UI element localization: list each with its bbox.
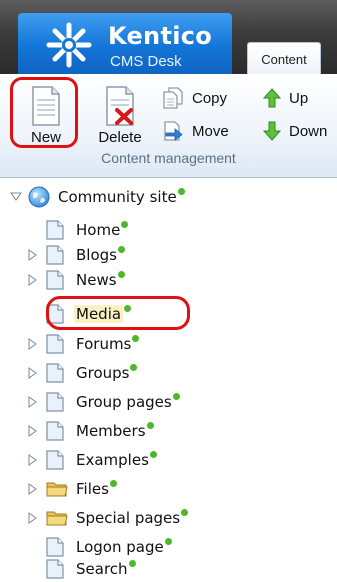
tree-item-label: Examples bbox=[76, 451, 149, 469]
down-button-label: Down bbox=[289, 122, 328, 140]
page-icon bbox=[46, 245, 64, 265]
published-status-dot bbox=[121, 220, 129, 228]
published-status-dot bbox=[109, 479, 117, 487]
published-status-dot bbox=[172, 392, 180, 400]
tree-item-label: Blogs bbox=[76, 246, 117, 264]
tree-item-label: Group pages bbox=[76, 393, 172, 411]
tree-item-label: News bbox=[76, 271, 117, 289]
move-button-label: Move bbox=[192, 122, 229, 140]
page-icon bbox=[46, 392, 64, 412]
tree-item-logon-page[interactable]: Logon page bbox=[46, 536, 172, 558]
kentico-logo[interactable]: Kentico CMS Desk bbox=[18, 13, 232, 74]
expand-toggle-icon[interactable] bbox=[28, 396, 38, 408]
tree-item-label: Groups bbox=[76, 364, 130, 382]
move-button[interactable]: Move bbox=[162, 120, 229, 142]
kentico-asterisk-icon bbox=[46, 22, 92, 68]
tree-item-group-pages[interactable]: Group pages bbox=[28, 391, 180, 413]
globe-icon bbox=[28, 186, 50, 208]
published-status-dot bbox=[146, 421, 154, 429]
brand-name: Kentico bbox=[108, 22, 213, 50]
delete-page-icon bbox=[106, 86, 134, 126]
brand-subtitle: CMS Desk bbox=[110, 53, 182, 70]
tree-root-label: Community site bbox=[58, 188, 177, 206]
tree-item-label: Search bbox=[76, 560, 128, 578]
expand-toggle-icon[interactable] bbox=[28, 454, 38, 466]
expand-toggle-icon[interactable] bbox=[28, 338, 38, 350]
down-button[interactable]: Down bbox=[263, 120, 327, 142]
media-item-highlight bbox=[46, 296, 190, 330]
published-status-dot bbox=[181, 508, 189, 516]
tree-item-files[interactable]: Files bbox=[28, 478, 117, 500]
toolbar-group-label: Content management bbox=[101, 150, 236, 166]
page-icon bbox=[46, 220, 64, 240]
content-toolbar: New Delete Copy Move Up Down Content man… bbox=[0, 74, 337, 178]
expand-toggle-icon[interactable] bbox=[28, 367, 38, 379]
published-status-dot bbox=[177, 187, 185, 195]
collapse-toggle-icon[interactable] bbox=[10, 192, 22, 202]
expand-toggle-icon[interactable] bbox=[28, 249, 38, 261]
tree-item-members[interactable]: Members bbox=[28, 420, 154, 442]
published-status-dot bbox=[149, 450, 157, 458]
tree-item-label: Files bbox=[76, 480, 109, 498]
down-arrow-icon bbox=[263, 121, 281, 141]
page-icon bbox=[46, 270, 64, 290]
published-status-dot bbox=[117, 270, 125, 278]
folder-icon bbox=[46, 511, 68, 526]
tab-content[interactable]: Content bbox=[247, 42, 321, 75]
delete-button[interactable]: Delete bbox=[90, 86, 150, 146]
tree-item-label: Special pages bbox=[76, 509, 181, 527]
tree-item-label: Forums bbox=[76, 335, 132, 353]
tree-item-groups[interactable]: Groups bbox=[28, 362, 138, 384]
published-status-dot bbox=[117, 245, 125, 253]
published-status-dot bbox=[132, 334, 140, 342]
tree-item-news[interactable]: News bbox=[28, 269, 125, 291]
copy-icon bbox=[163, 87, 183, 109]
tree-root-item[interactable]: Community site bbox=[10, 186, 185, 208]
move-icon bbox=[164, 121, 183, 141]
published-status-dot bbox=[128, 559, 136, 567]
page-icon bbox=[46, 559, 64, 579]
tree-item-search[interactable]: Search bbox=[46, 558, 136, 580]
expand-toggle-icon[interactable] bbox=[28, 425, 38, 437]
expand-toggle-icon[interactable] bbox=[28, 483, 38, 495]
tree-item-special-pages[interactable]: Special pages bbox=[28, 507, 189, 529]
up-arrow-icon bbox=[263, 88, 281, 108]
expand-toggle-icon[interactable] bbox=[28, 512, 38, 524]
published-status-dot bbox=[164, 537, 172, 545]
folder-icon bbox=[46, 482, 68, 497]
tree-item-label: Logon page bbox=[76, 538, 164, 556]
tree-item-label: Members bbox=[76, 422, 146, 440]
tree-item-blogs[interactable]: Blogs bbox=[28, 244, 125, 266]
tree-item-examples[interactable]: Examples bbox=[28, 449, 157, 471]
up-button[interactable]: Up bbox=[263, 87, 308, 109]
copy-button[interactable]: Copy bbox=[162, 87, 227, 109]
app-header: Kentico CMS Desk Content bbox=[0, 0, 337, 75]
page-icon bbox=[46, 450, 64, 470]
tree-item-home[interactable]: Home bbox=[46, 219, 129, 241]
delete-button-label: Delete bbox=[98, 129, 142, 146]
page-icon bbox=[46, 334, 64, 354]
new-button-highlight bbox=[10, 77, 78, 148]
page-icon bbox=[46, 421, 64, 441]
tree-item-label: Home bbox=[76, 221, 121, 239]
page-icon bbox=[46, 537, 64, 557]
page-icon bbox=[46, 363, 64, 383]
up-button-label: Up bbox=[289, 89, 309, 107]
copy-button-label: Copy bbox=[192, 89, 228, 107]
published-status-dot bbox=[130, 363, 138, 371]
expand-toggle-icon[interactable] bbox=[28, 274, 38, 286]
tree-item-forums[interactable]: Forums bbox=[28, 333, 140, 355]
